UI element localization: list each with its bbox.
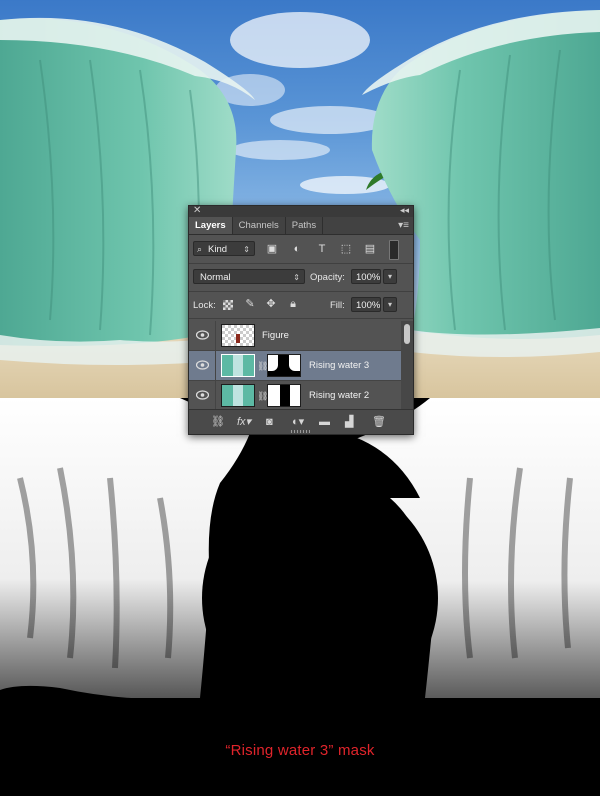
chevron-updown-icon: ⇕: [293, 273, 300, 282]
close-icon[interactable]: ✕: [193, 205, 201, 216]
panel-titlebar[interactable]: ✕ ◂◂: [189, 205, 413, 217]
tab-layers[interactable]: Layers: [189, 217, 233, 234]
filter-row: ⌕ Kind ⇕ ▣ ◐ T ⬚ ▤: [189, 235, 413, 264]
layers-scrollbar[interactable]: [401, 321, 413, 409]
link-icon[interactable]: ⛓︎: [211, 415, 225, 429]
panel-tabs: Layers Channels Paths ▾≡: [189, 217, 413, 235]
divider: [215, 351, 216, 380]
layer-row-rising-water-2[interactable]: ⛓︎ Rising water 2: [189, 381, 401, 411]
opacity-label: Opacity:: [310, 272, 345, 283]
adjustment-layer-icon[interactable]: ◐▾: [292, 415, 304, 429]
double-chevron-icon[interactable]: ◂◂: [400, 205, 409, 216]
fx-icon[interactable]: fx▾: [237, 415, 251, 429]
eye-icon[interactable]: [196, 360, 209, 370]
fill-dropdown-icon[interactable]: ▾: [383, 297, 397, 312]
scrollbar-thumb[interactable]: [404, 324, 410, 344]
mask-thumbnail[interactable]: [267, 354, 301, 377]
brush-icon[interactable]: ✎: [243, 297, 257, 311]
layer-name[interactable]: Rising water 3: [309, 360, 369, 371]
trash-icon[interactable]: 🗑︎: [372, 415, 386, 429]
layer-mask-preview: [0, 398, 600, 796]
folder-icon[interactable]: ▬: [319, 415, 330, 429]
kind-filter-select[interactable]: ⌕ Kind ⇕: [193, 241, 255, 256]
fill-label: Fill:: [330, 300, 345, 311]
shape-filter-icon[interactable]: ⬚: [339, 242, 353, 256]
fill-field[interactable]: 100%: [351, 297, 381, 312]
layers-list: Figure ⛓︎ Rising water 3 ⛓︎ Rising water…: [189, 321, 401, 411]
move-icon[interactable]: ✥: [264, 297, 278, 311]
type-filter-icon[interactable]: T: [315, 242, 329, 256]
blend-mode-select[interactable]: Normal ⇕: [193, 269, 305, 284]
mask-shape: [0, 398, 600, 796]
panel-bottom-toolbar: ⛓︎ fx▾ ◙ ◐▾ ▬ ▟ 🗑︎: [189, 409, 413, 434]
layer-thumbnail[interactable]: [221, 354, 255, 377]
divider: [215, 381, 216, 410]
new-layer-icon[interactable]: ▟: [345, 415, 353, 429]
tab-paths[interactable]: Paths: [286, 217, 324, 234]
lock-label: Lock:: [193, 300, 216, 311]
figure-mark: [236, 334, 240, 343]
image-filter-icon[interactable]: ▣: [265, 242, 279, 256]
layer-row-rising-water-3[interactable]: ⛓︎ Rising water 3: [189, 351, 401, 381]
add-mask-icon[interactable]: ◙: [266, 415, 273, 429]
tab-channels[interactable]: Channels: [233, 217, 286, 234]
lock-row: Lock: ✎ ✥ 🔒︎ Fill: 100% ▾: [189, 292, 413, 319]
mask-white-left: [268, 355, 278, 371]
filter-toggle-icon[interactable]: [389, 240, 399, 260]
eye-icon[interactable]: [196, 330, 209, 340]
opacity-field[interactable]: 100%: [351, 269, 381, 284]
divider: [215, 321, 216, 350]
adjustment-filter-icon[interactable]: ◐: [290, 242, 304, 256]
chevron-updown-icon: ⇕: [243, 245, 250, 254]
eye-icon[interactable]: [196, 390, 209, 400]
layer-thumbnail[interactable]: [221, 324, 255, 347]
mask-white-right: [290, 385, 300, 406]
mask-white-left: [268, 385, 280, 406]
panel-resize-grip[interactable]: [291, 430, 311, 433]
mask-white-right: [289, 355, 300, 371]
layer-row-figure[interactable]: Figure: [189, 321, 401, 351]
smart-object-filter-icon[interactable]: ▤: [363, 242, 377, 256]
opacity-dropdown-icon[interactable]: ▾: [383, 269, 397, 284]
blend-row: Normal ⇕ Opacity: 100% ▾: [189, 264, 413, 292]
lock-icon[interactable]: 🔒︎: [286, 297, 300, 311]
mask-caption: “Rising water 3” mask: [225, 742, 375, 759]
blend-mode-value: Normal: [200, 272, 231, 283]
kind-filter-label: Kind: [208, 244, 228, 255]
panel-menu-icon[interactable]: ▾≡: [398, 220, 409, 231]
layer-name[interactable]: Rising water 2: [309, 390, 369, 401]
layer-thumbnail[interactable]: [221, 384, 255, 407]
layers-panel: ✕ ◂◂ Layers Channels Paths ▾≡ ⌕ Kind ⇕ ▣…: [188, 205, 414, 435]
layer-name[interactable]: Figure: [262, 330, 289, 341]
mask-thumbnail[interactable]: [267, 384, 301, 407]
search-icon: ⌕: [197, 244, 203, 254]
lock-transparent-icon[interactable]: [223, 300, 233, 310]
